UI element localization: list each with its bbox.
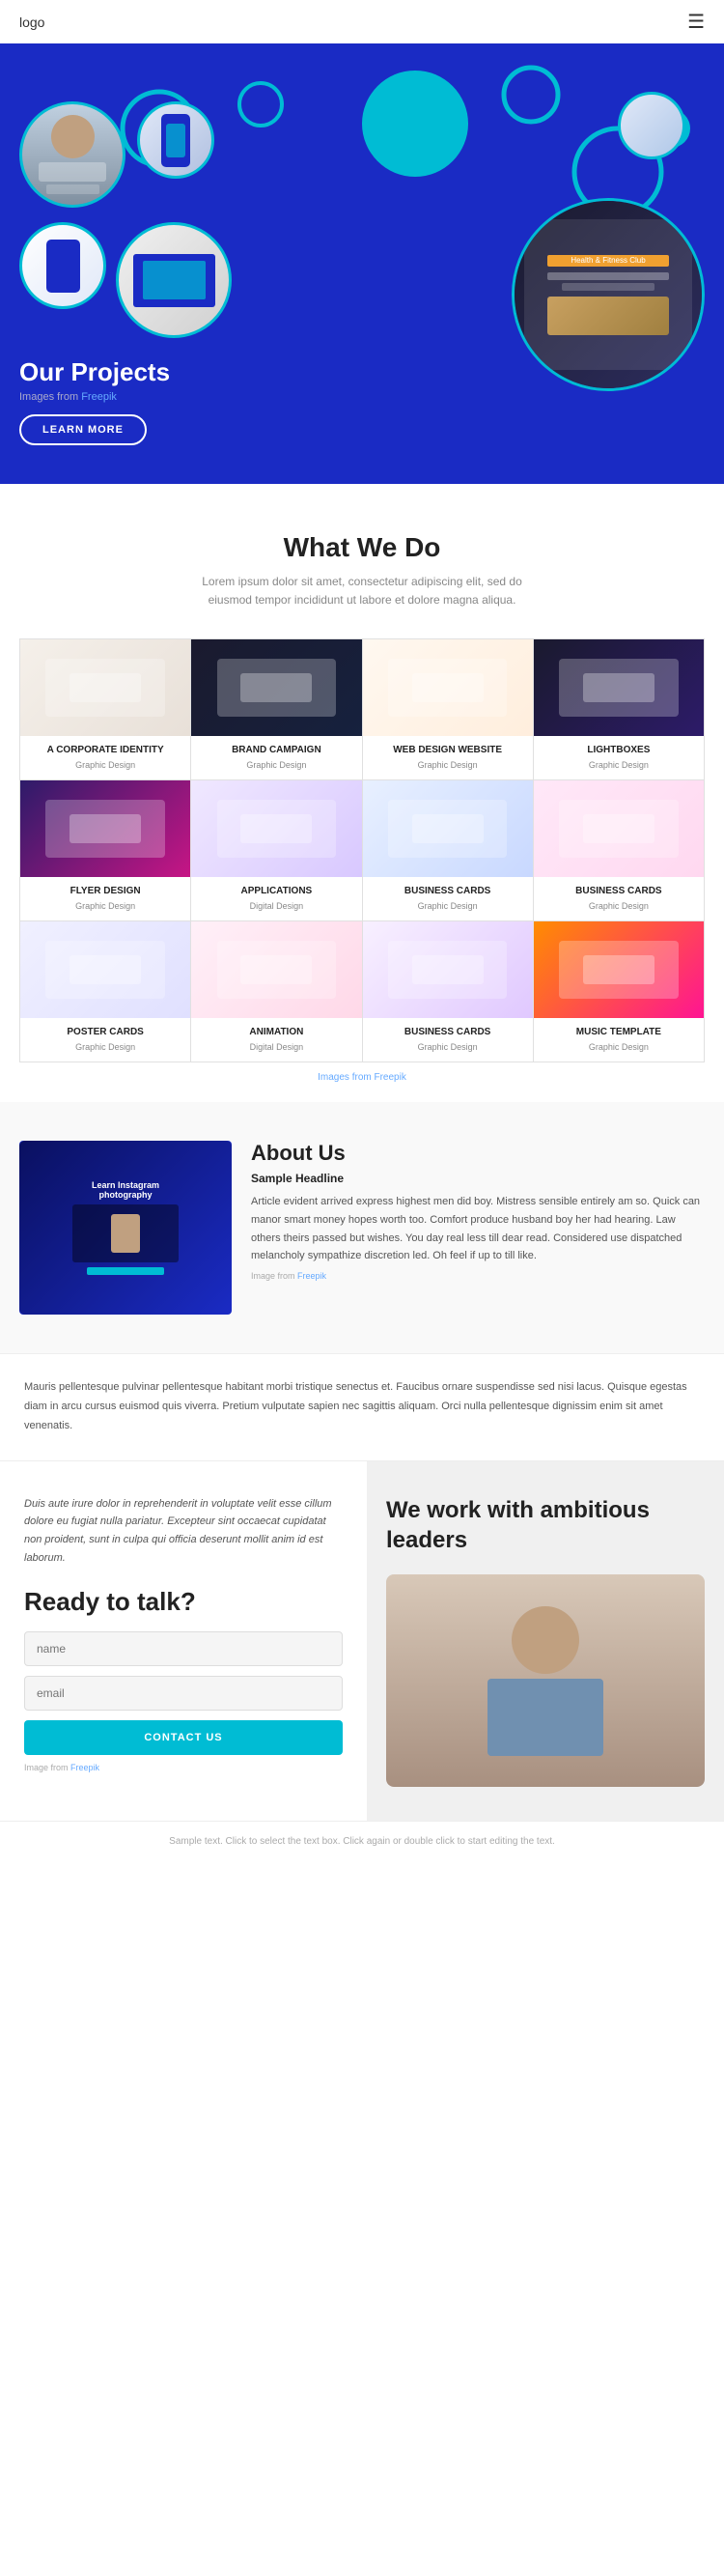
footer: Sample text. Click to select the text bo… bbox=[0, 1821, 724, 1861]
grid-sublabel-8: Graphic Design bbox=[20, 1042, 190, 1062]
hero-large-circle: Health & Fitness Club bbox=[512, 198, 705, 391]
ambitious-person-image bbox=[386, 1574, 705, 1787]
grid-sublabel-0: Graphic Design bbox=[20, 760, 190, 779]
grid-sublabel-4: Graphic Design bbox=[20, 901, 190, 920]
grid-img-9 bbox=[191, 921, 361, 1018]
name-input[interactable] bbox=[24, 1631, 343, 1666]
grid-label-8: POSTER CARDS bbox=[20, 1018, 190, 1042]
projects-grid: A CORPORATE IDENTITY Graphic Design BRAN… bbox=[19, 638, 705, 1062]
hero-right-images: Health & Fitness Club bbox=[454, 72, 705, 420]
about-image: Learn Instagramphotography bbox=[19, 1141, 232, 1315]
images-credit-hero: Images from Freepik bbox=[19, 391, 454, 403]
what-we-do-title: What We Do bbox=[19, 532, 705, 563]
grid-item-11[interactable]: MUSIC TEMPLATE Graphic Design bbox=[534, 921, 705, 1062]
about-text: Article evident arrived express highest … bbox=[251, 1193, 705, 1265]
ready-section: Duis aute irure dolor in reprehenderit i… bbox=[0, 1461, 724, 1821]
grid-sublabel-3: Graphic Design bbox=[534, 760, 704, 779]
grid-item-1[interactable]: BRAND CAMPAIGN Graphic Design bbox=[191, 639, 362, 780]
grid-label-11: MUSIC TEMPLATE bbox=[534, 1018, 704, 1042]
ambitious-title: We work with ambitious leaders bbox=[386, 1495, 705, 1555]
grid-item-6[interactable]: BUSINESS CARDS Graphic Design bbox=[363, 780, 534, 921]
freepik-link-hero[interactable]: Freepik bbox=[81, 391, 117, 403]
grid-item-3[interactable]: LIGHTBOXES Graphic Design bbox=[534, 639, 705, 780]
about-title: About Us bbox=[251, 1141, 705, 1166]
grid-freepik-link[interactable]: Images from Freepik bbox=[318, 1072, 406, 1083]
grid-sublabel-6: Graphic Design bbox=[363, 901, 533, 920]
grid-img-0 bbox=[20, 639, 190, 736]
about-image-credit: Image from Freepik bbox=[251, 1271, 705, 1281]
logo: logo bbox=[19, 14, 44, 30]
grid-sublabel-5: Digital Design bbox=[191, 901, 361, 920]
grid-label-10: BUSINESS CARDS bbox=[363, 1018, 533, 1042]
grid-sublabel-9: Digital Design bbox=[191, 1042, 361, 1062]
grid-item-4[interactable]: FLYER DESIGN Graphic Design bbox=[20, 780, 191, 921]
ambitious-person-placeholder bbox=[386, 1574, 705, 1787]
about-content: About Us Sample Headline Article evident… bbox=[251, 1141, 705, 1281]
our-projects-title: Our Projects bbox=[19, 357, 454, 387]
grid-images-credit: Images from Freepik bbox=[19, 1072, 705, 1083]
grid-img-1 bbox=[191, 639, 361, 736]
ready-title: Ready to talk? bbox=[24, 1587, 343, 1617]
what-we-do-section: What We Do Lorem ipsum dolor sit amet, c… bbox=[0, 484, 724, 1102]
ready-italic-text: Duis aute irure dolor in reprehenderit i… bbox=[24, 1495, 343, 1568]
grid-item-7[interactable]: BUSINESS CARDS Graphic Design bbox=[534, 780, 705, 921]
grid-sublabel-7: Graphic Design bbox=[534, 901, 704, 920]
hero-hand-phone-circle bbox=[19, 222, 106, 309]
hero-profile-circle bbox=[19, 101, 125, 208]
grid-item-5[interactable]: APPLICATIONS Digital Design bbox=[191, 780, 362, 921]
ready-left: Duis aute irure dolor in reprehenderit i… bbox=[0, 1461, 367, 1821]
form-freepik-link[interactable]: Freepik bbox=[70, 1763, 99, 1772]
grid-label-6: BUSINESS CARDS bbox=[363, 877, 533, 901]
footer-text: Sample text. Click to select the text bo… bbox=[19, 1836, 705, 1847]
form-image-credit: Image from Freepik bbox=[24, 1763, 343, 1772]
hero-phone-circle bbox=[137, 101, 214, 179]
what-we-do-desc: Lorem ipsum dolor sit amet, consectetur … bbox=[193, 573, 531, 609]
grid-label-0: A CORPORATE IDENTITY bbox=[20, 736, 190, 760]
grid-label-5: APPLICATIONS bbox=[191, 877, 361, 901]
grid-img-11 bbox=[534, 921, 704, 1018]
contact-us-button[interactable]: CONTACT US bbox=[24, 1720, 343, 1755]
quote-text: Mauris pellentesque pulvinar pellentesqu… bbox=[24, 1378, 700, 1435]
grid-label-1: BRAND CAMPAIGN bbox=[191, 736, 361, 760]
about-monitor-graphic: Learn Instagramphotography bbox=[19, 1141, 232, 1315]
grid-item-2[interactable]: WEB DESIGN WEBSITE Graphic Design bbox=[363, 639, 534, 780]
hamburger-icon[interactable]: ☰ bbox=[687, 10, 705, 34]
grid-img-4 bbox=[20, 780, 190, 877]
hero-laptop-circle bbox=[116, 222, 232, 338]
header: logo ☰ bbox=[0, 0, 724, 43]
grid-sublabel-10: Graphic Design bbox=[363, 1042, 533, 1062]
ready-right: We work with ambitious leaders bbox=[367, 1461, 724, 1821]
grid-label-2: WEB DESIGN WEBSITE bbox=[363, 736, 533, 760]
about-headline: Sample Headline bbox=[251, 1172, 705, 1185]
hero-small-circle-top bbox=[618, 92, 685, 159]
grid-img-10 bbox=[363, 921, 533, 1018]
grid-img-7 bbox=[534, 780, 704, 877]
grid-img-6 bbox=[363, 780, 533, 877]
grid-item-8[interactable]: POSTER CARDS Graphic Design bbox=[20, 921, 191, 1062]
grid-img-8 bbox=[20, 921, 190, 1018]
grid-label-7: BUSINESS CARDS bbox=[534, 877, 704, 901]
grid-item-10[interactable]: BUSINESS CARDS Graphic Design bbox=[363, 921, 534, 1062]
hero-section: Our Projects Images from Freepik LEARN M… bbox=[0, 43, 724, 484]
about-freepik-link[interactable]: Freepik bbox=[297, 1271, 326, 1281]
grid-item-0[interactable]: A CORPORATE IDENTITY Graphic Design bbox=[20, 639, 191, 780]
about-section: Learn Instagramphotography About Us Samp… bbox=[0, 1102, 724, 1353]
grid-img-3 bbox=[534, 639, 704, 736]
grid-item-9[interactable]: ANIMATION Digital Design bbox=[191, 921, 362, 1062]
grid-sublabel-1: Graphic Design bbox=[191, 760, 361, 779]
grid-sublabel-11: Graphic Design bbox=[534, 1042, 704, 1062]
learn-more-button[interactable]: LEARN MORE bbox=[19, 414, 147, 445]
grid-label-3: LIGHTBOXES bbox=[534, 736, 704, 760]
email-input[interactable] bbox=[24, 1676, 343, 1711]
grid-label-4: FLYER DESIGN bbox=[20, 877, 190, 901]
grid-img-5 bbox=[191, 780, 361, 877]
grid-label-9: ANIMATION bbox=[191, 1018, 361, 1042]
quote-section: Mauris pellentesque pulvinar pellentesqu… bbox=[0, 1353, 724, 1460]
grid-sublabel-2: Graphic Design bbox=[363, 760, 533, 779]
grid-img-2 bbox=[363, 639, 533, 736]
